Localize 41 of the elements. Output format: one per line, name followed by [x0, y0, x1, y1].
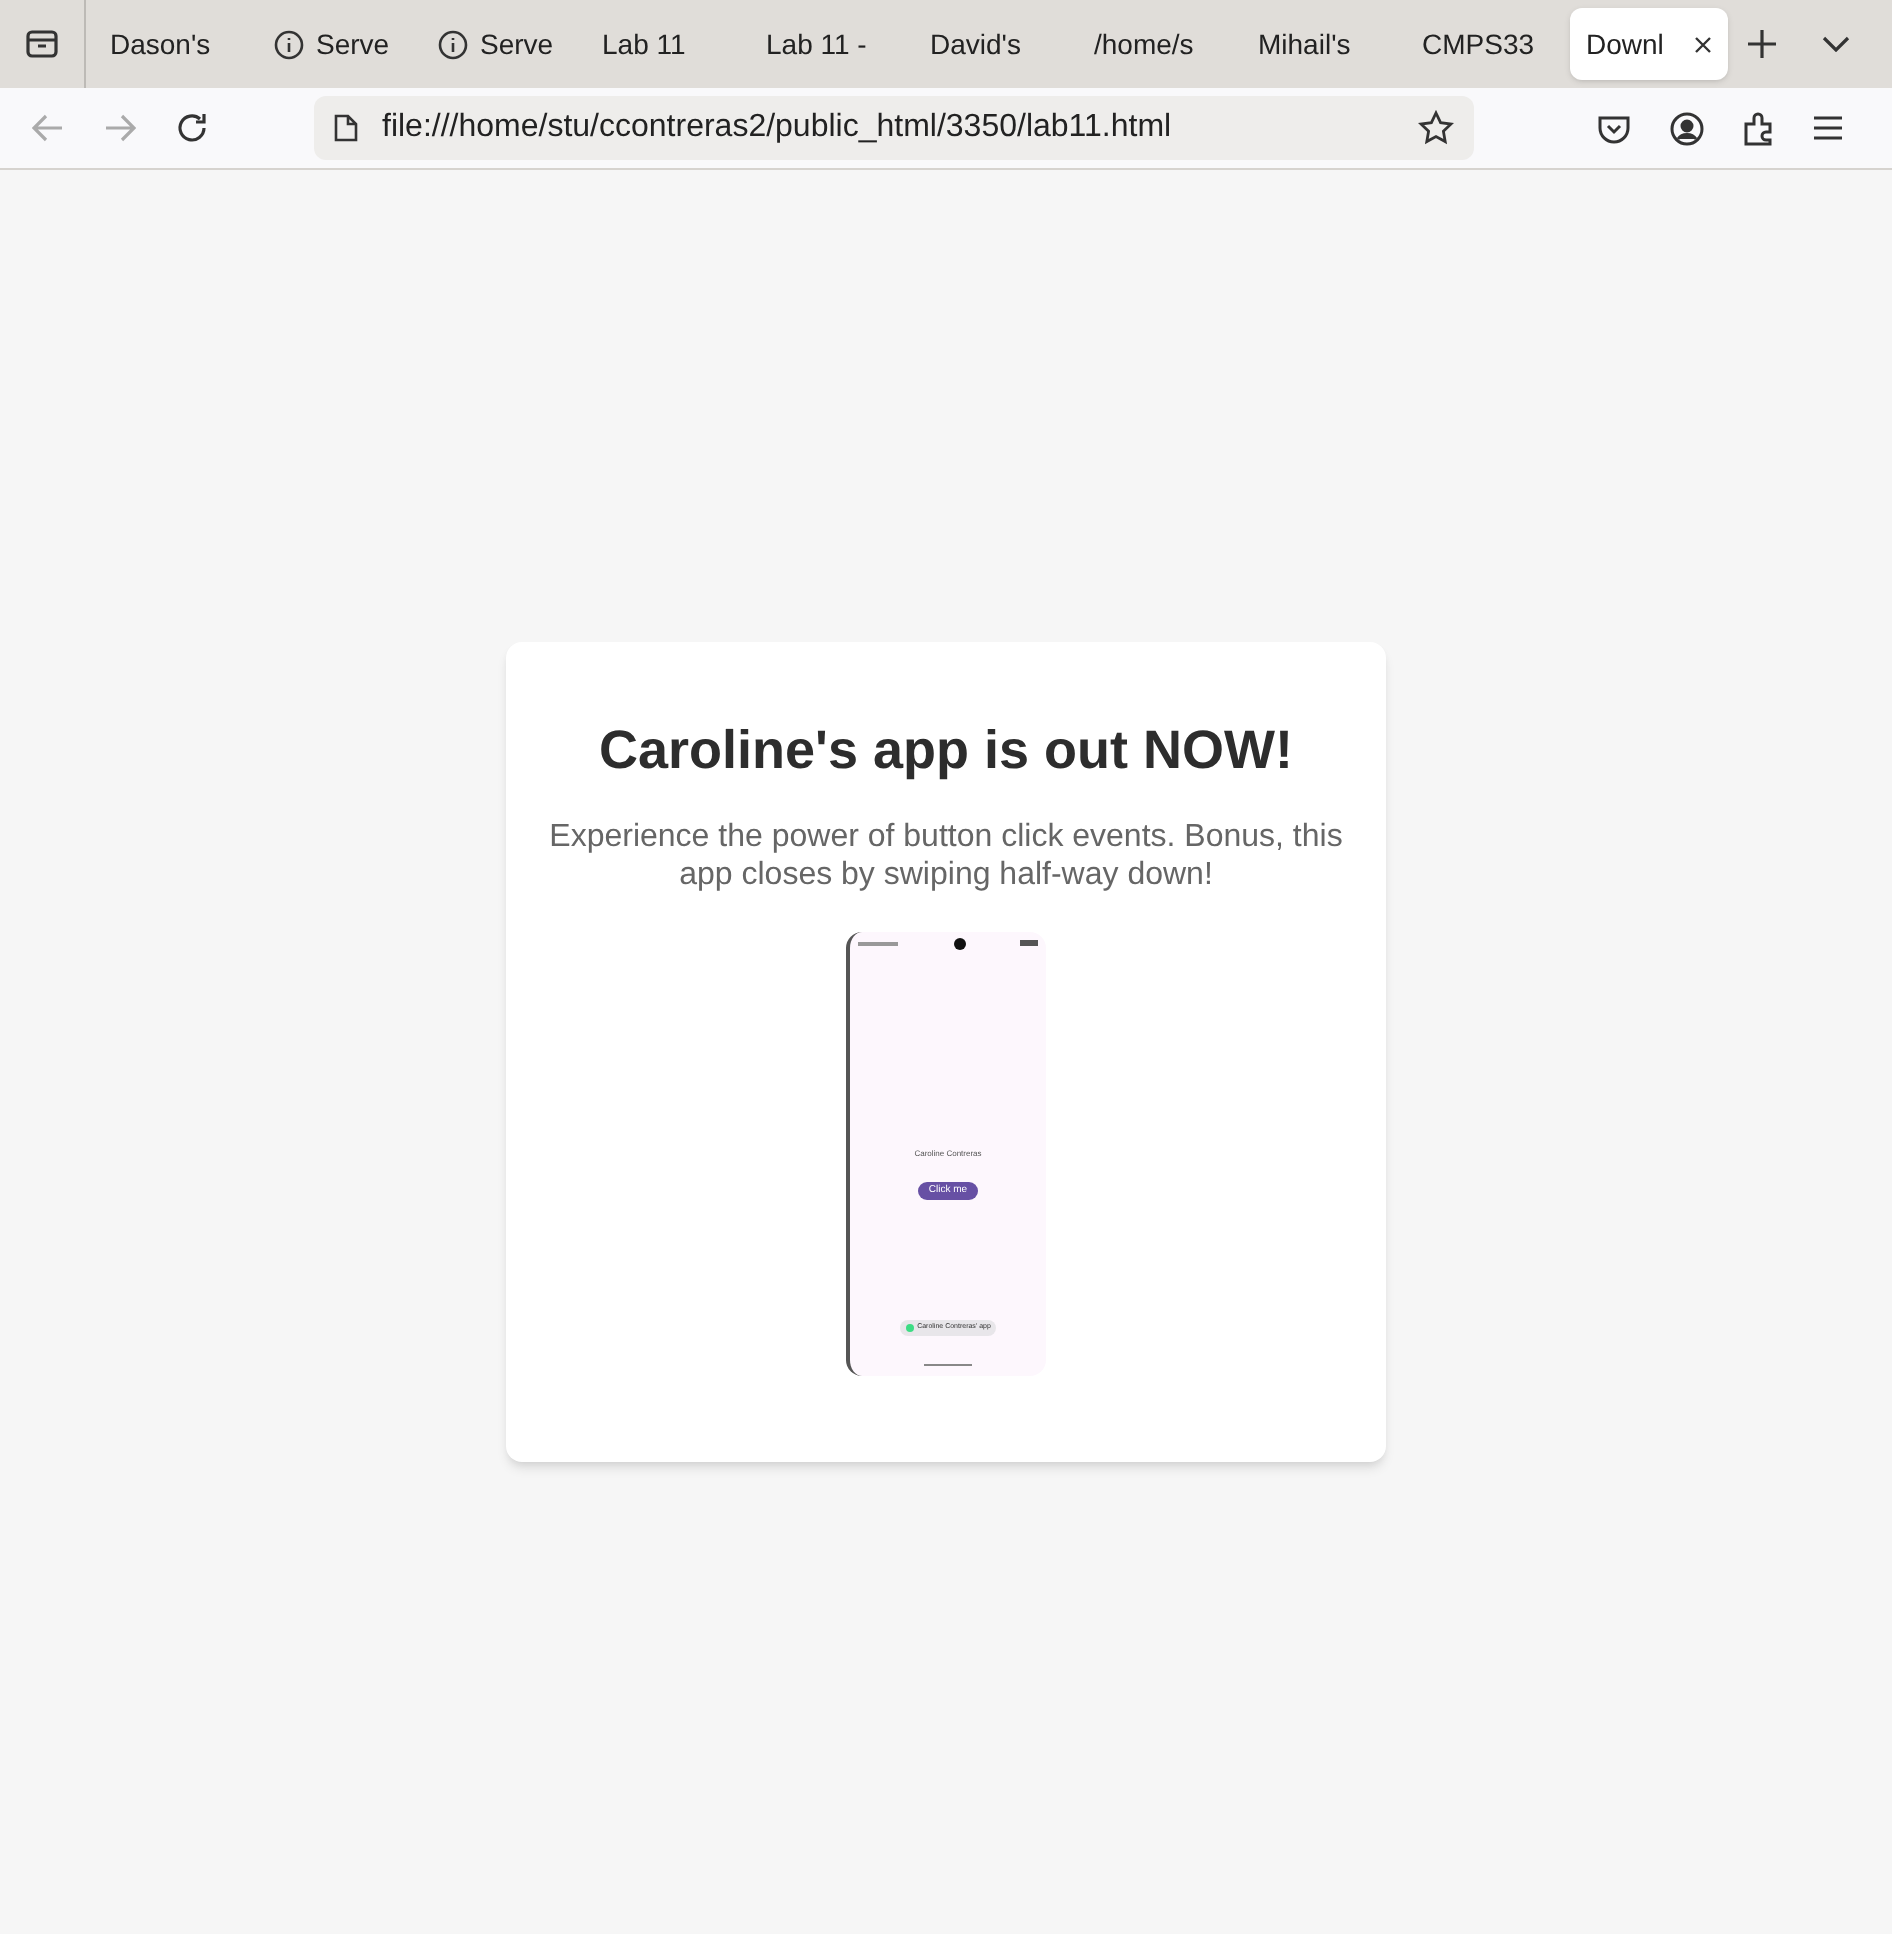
browser-tab[interactable]: /home/s	[1078, 8, 1242, 80]
home-indicator	[924, 1363, 972, 1366]
account-icon[interactable]	[1670, 111, 1704, 145]
browser-tab[interactable]: Lab 11	[586, 8, 750, 80]
tab-title: /home/s	[1094, 25, 1194, 63]
tab-title: Downl	[1586, 25, 1664, 63]
plus-icon	[1748, 30, 1776, 58]
star-icon[interactable]	[1418, 110, 1454, 146]
browser-tab[interactable]: Serve	[258, 8, 422, 80]
tab-title: Dason's	[110, 25, 211, 63]
extensions-icon[interactable]	[1742, 111, 1774, 145]
browser-tab[interactable]: Downl	[1570, 8, 1728, 80]
page-icon	[334, 114, 358, 142]
browser-tab[interactable]: CMPS33	[1406, 8, 1570, 80]
browser-tab[interactable]: Mihail's	[1242, 8, 1406, 80]
pocket-icon[interactable]	[1598, 113, 1630, 143]
info-icon	[438, 29, 468, 59]
tab-title: David's	[930, 25, 1021, 63]
tab-title: CMPS33	[1422, 25, 1535, 63]
close-icon[interactable]	[1694, 35, 1712, 53]
info-icon	[274, 29, 304, 59]
battery-icon	[1020, 940, 1038, 947]
url-text: file:///home/stu/ccontreras2/public_html/3350/lab11.html	[382, 108, 1172, 148]
tab-title: Mihail's	[1258, 25, 1351, 63]
browser-tab[interactable]: Lab 11 -	[750, 8, 914, 80]
card-heading: Caroline's app is out NOW!	[599, 718, 1293, 784]
tab-title: Serve	[316, 25, 390, 63]
browser-tab[interactable]: David's	[914, 8, 1078, 80]
camera-icon	[953, 937, 965, 950]
app-icon	[905, 1323, 914, 1332]
tab-title: Serve	[480, 25, 554, 63]
tab-title: Lab 11 -	[766, 25, 867, 63]
menu-icon[interactable]	[1814, 116, 1842, 140]
chevron-down-icon	[1822, 36, 1850, 52]
reload-icon[interactable]	[176, 112, 208, 144]
card-description: Experience the power of button click events. Bonus, this app closes by swiping half-way down!	[547, 817, 1345, 894]
address-bar[interactable]: file:///home/stu/ccontreras2/public_html/3350/lab11.html	[314, 96, 1474, 160]
tab-list-icon[interactable]	[24, 28, 60, 60]
browser-tab[interactable]: Serve	[422, 8, 586, 80]
browser-tab[interactable]: Dason's	[94, 8, 258, 80]
tab-title: Lab 11	[602, 25, 686, 63]
